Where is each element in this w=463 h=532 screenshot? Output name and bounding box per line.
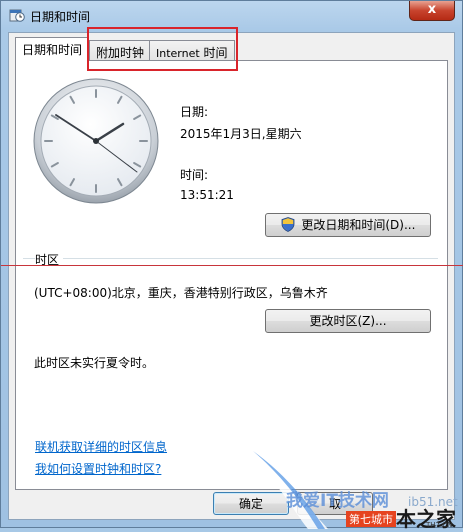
annotation-red-line <box>1 265 463 266</box>
date-label: 日期: <box>180 105 209 119</box>
timezone-group-divider <box>23 258 438 259</box>
timezone-value: (UTC+08:00)北京，重庆，香港特别行政区，乌鲁木齐 <box>34 286 328 300</box>
how-to-set-clock-link[interactable]: 我如何设置时钟和时区? <box>35 460 161 477</box>
clock-app-icon <box>9 9 25 22</box>
change-datetime-label: 更改日期和时间(D)... <box>301 218 416 232</box>
watermark-site-text: 我爱IT技术网 <box>286 491 389 511</box>
online-timezone-info-link[interactable]: 联机获取详细的时区信息 <box>35 438 167 455</box>
time-label: 时间: <box>180 168 209 182</box>
close-button[interactable]: x <box>409 1 455 21</box>
dialog-window: 日期和时间 x 日期和时间 附加时钟 Internet 时间 日期: 2015年… <box>0 0 463 531</box>
dst-note: 此时区未实行夏令时。 <box>34 356 155 370</box>
analog-clock <box>33 78 159 204</box>
change-datetime-button[interactable]: 更改日期和时间(D)... <box>265 213 431 237</box>
watermark-corner-badge: 第七城市 <box>346 511 396 527</box>
time-value: 13:51:21 <box>180 188 234 202</box>
date-value: 2015年1月3日,星期六 <box>180 127 302 141</box>
change-timezone-button[interactable]: 更改时区(Z)... <box>265 309 431 333</box>
tab-date-time[interactable]: 日期和时间 <box>15 37 90 61</box>
uac-shield-icon <box>281 217 294 232</box>
window-title: 日期和时间 <box>30 10 91 24</box>
annotation-highlight-box <box>87 27 238 71</box>
